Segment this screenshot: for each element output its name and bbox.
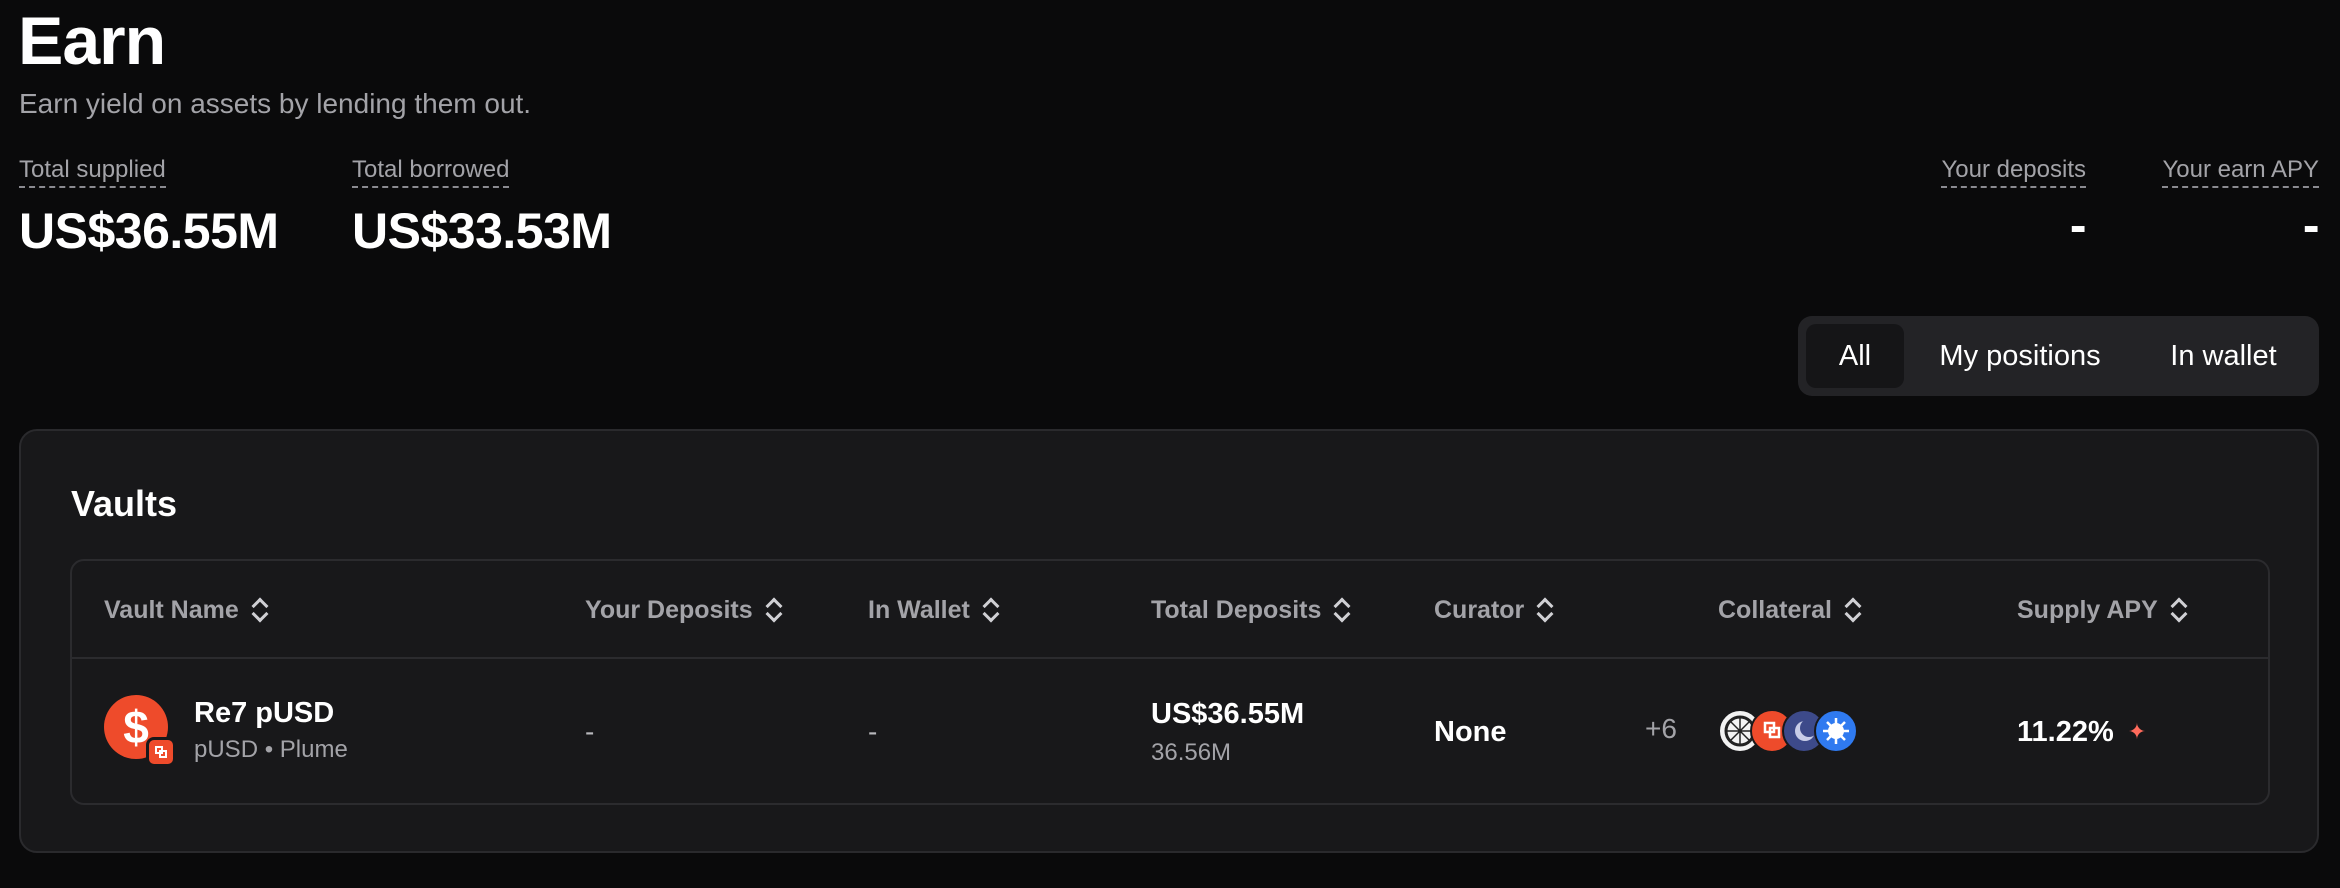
page-title: Earn [18, 3, 166, 79]
supply-apy-value: 11.22% [2017, 715, 2114, 748]
col-curator[interactable]: Curator [1434, 561, 1552, 659]
sort-icon [251, 597, 267, 623]
sort-icon [1333, 597, 1349, 623]
stat-value: - [2069, 197, 2087, 253]
collateral-token-icon [1814, 709, 1858, 753]
stat-label[interactable]: Your earn APY [2162, 156, 2319, 188]
plume-badge-icon [146, 737, 176, 767]
col-label: Supply APY [2017, 595, 2158, 624]
vaults-table: Vault Name Your Deposits In Wallet Total… [70, 559, 2270, 805]
total-deposits-amount: 36.56M [1151, 738, 1232, 766]
sort-icon [2170, 597, 2186, 623]
stat-label[interactable]: Total borrowed [352, 156, 510, 188]
col-label: Total Deposits [1151, 595, 1322, 624]
col-your-deposits[interactable]: Your Deposits [585, 561, 781, 659]
in-wallet-value: - [868, 716, 878, 747]
table-header: Vault Name Your Deposits In Wallet Total… [72, 561, 2268, 659]
sort-icon [1844, 597, 1860, 623]
stat-label[interactable]: Total supplied [19, 156, 166, 188]
col-label: Collateral [1718, 595, 1832, 624]
cell-supply-apy: 11.22% ✦ [2017, 659, 2146, 805]
col-collateral[interactable]: Collateral [1718, 561, 1860, 659]
page-subtitle: Earn yield on assets by lending them out… [19, 88, 532, 119]
stat-value: - [2302, 197, 2320, 253]
collateral-more-count: +6 [1645, 713, 1677, 744]
position-filter: All My positions In wallet [1798, 316, 2319, 396]
sort-icon [1536, 597, 1552, 623]
filter-my-positions-button[interactable]: My positions [1904, 324, 2136, 388]
earn-page: Earn Earn yield on assets by lending the… [0, 0, 2340, 888]
stat-value: US$36.55M [19, 203, 279, 259]
vault-subtitle: pUSD • Plume [194, 736, 348, 763]
your-deposits-value: - [585, 716, 595, 747]
cell-in-wallet: - [868, 659, 877, 805]
filter-all-button[interactable]: All [1806, 324, 1904, 388]
col-supply-apy[interactable]: Supply APY [2017, 561, 2186, 659]
col-in-wallet[interactable]: In Wallet [868, 561, 998, 659]
stat-total-borrowed: Total borrowed US$33.53M [352, 156, 612, 260]
badge-glyph [155, 746, 167, 758]
sort-icon [982, 597, 998, 623]
stat-your-deposits: Your deposits - [1941, 156, 2086, 254]
vault-name: Re7 pUSD [194, 697, 335, 729]
vaults-title: Vaults [71, 483, 178, 524]
sparkle-icon[interactable]: ✦ [2128, 719, 2146, 745]
total-deposits-usd: US$36.55M [1151, 697, 1305, 730]
col-vault-name[interactable]: Vault Name [104, 561, 267, 659]
col-label: In Wallet [868, 595, 970, 624]
token-glyph [1823, 718, 1849, 744]
stat-your-earn-apy: Your earn APY - [2162, 156, 2319, 254]
col-total-deposits[interactable]: Total Deposits [1151, 561, 1349, 659]
filter-in-wallet-button[interactable]: In wallet [2136, 324, 2311, 388]
curator-value: None [1434, 715, 1507, 748]
stat-total-supplied: Total supplied US$36.55M [19, 156, 279, 260]
cell-your-deposits: - [585, 659, 594, 805]
cell-curator: None [1434, 659, 1507, 805]
sort-icon [765, 597, 781, 623]
col-label: Your Deposits [585, 595, 753, 624]
cell-total-deposits: US$36.55M 36.56M [1151, 659, 1304, 805]
stat-label[interactable]: Your deposits [1941, 156, 2086, 188]
col-label: Curator [1434, 595, 1525, 624]
col-label: Vault Name [104, 595, 239, 624]
vaults-panel: Vaults Vault Name Your Deposits In Walle… [19, 429, 2319, 853]
stat-value: US$33.53M [352, 203, 612, 259]
table-row[interactable]: $ Re7 pUSD pUSD • Plume - - US$36.55M 36… [72, 659, 2268, 805]
